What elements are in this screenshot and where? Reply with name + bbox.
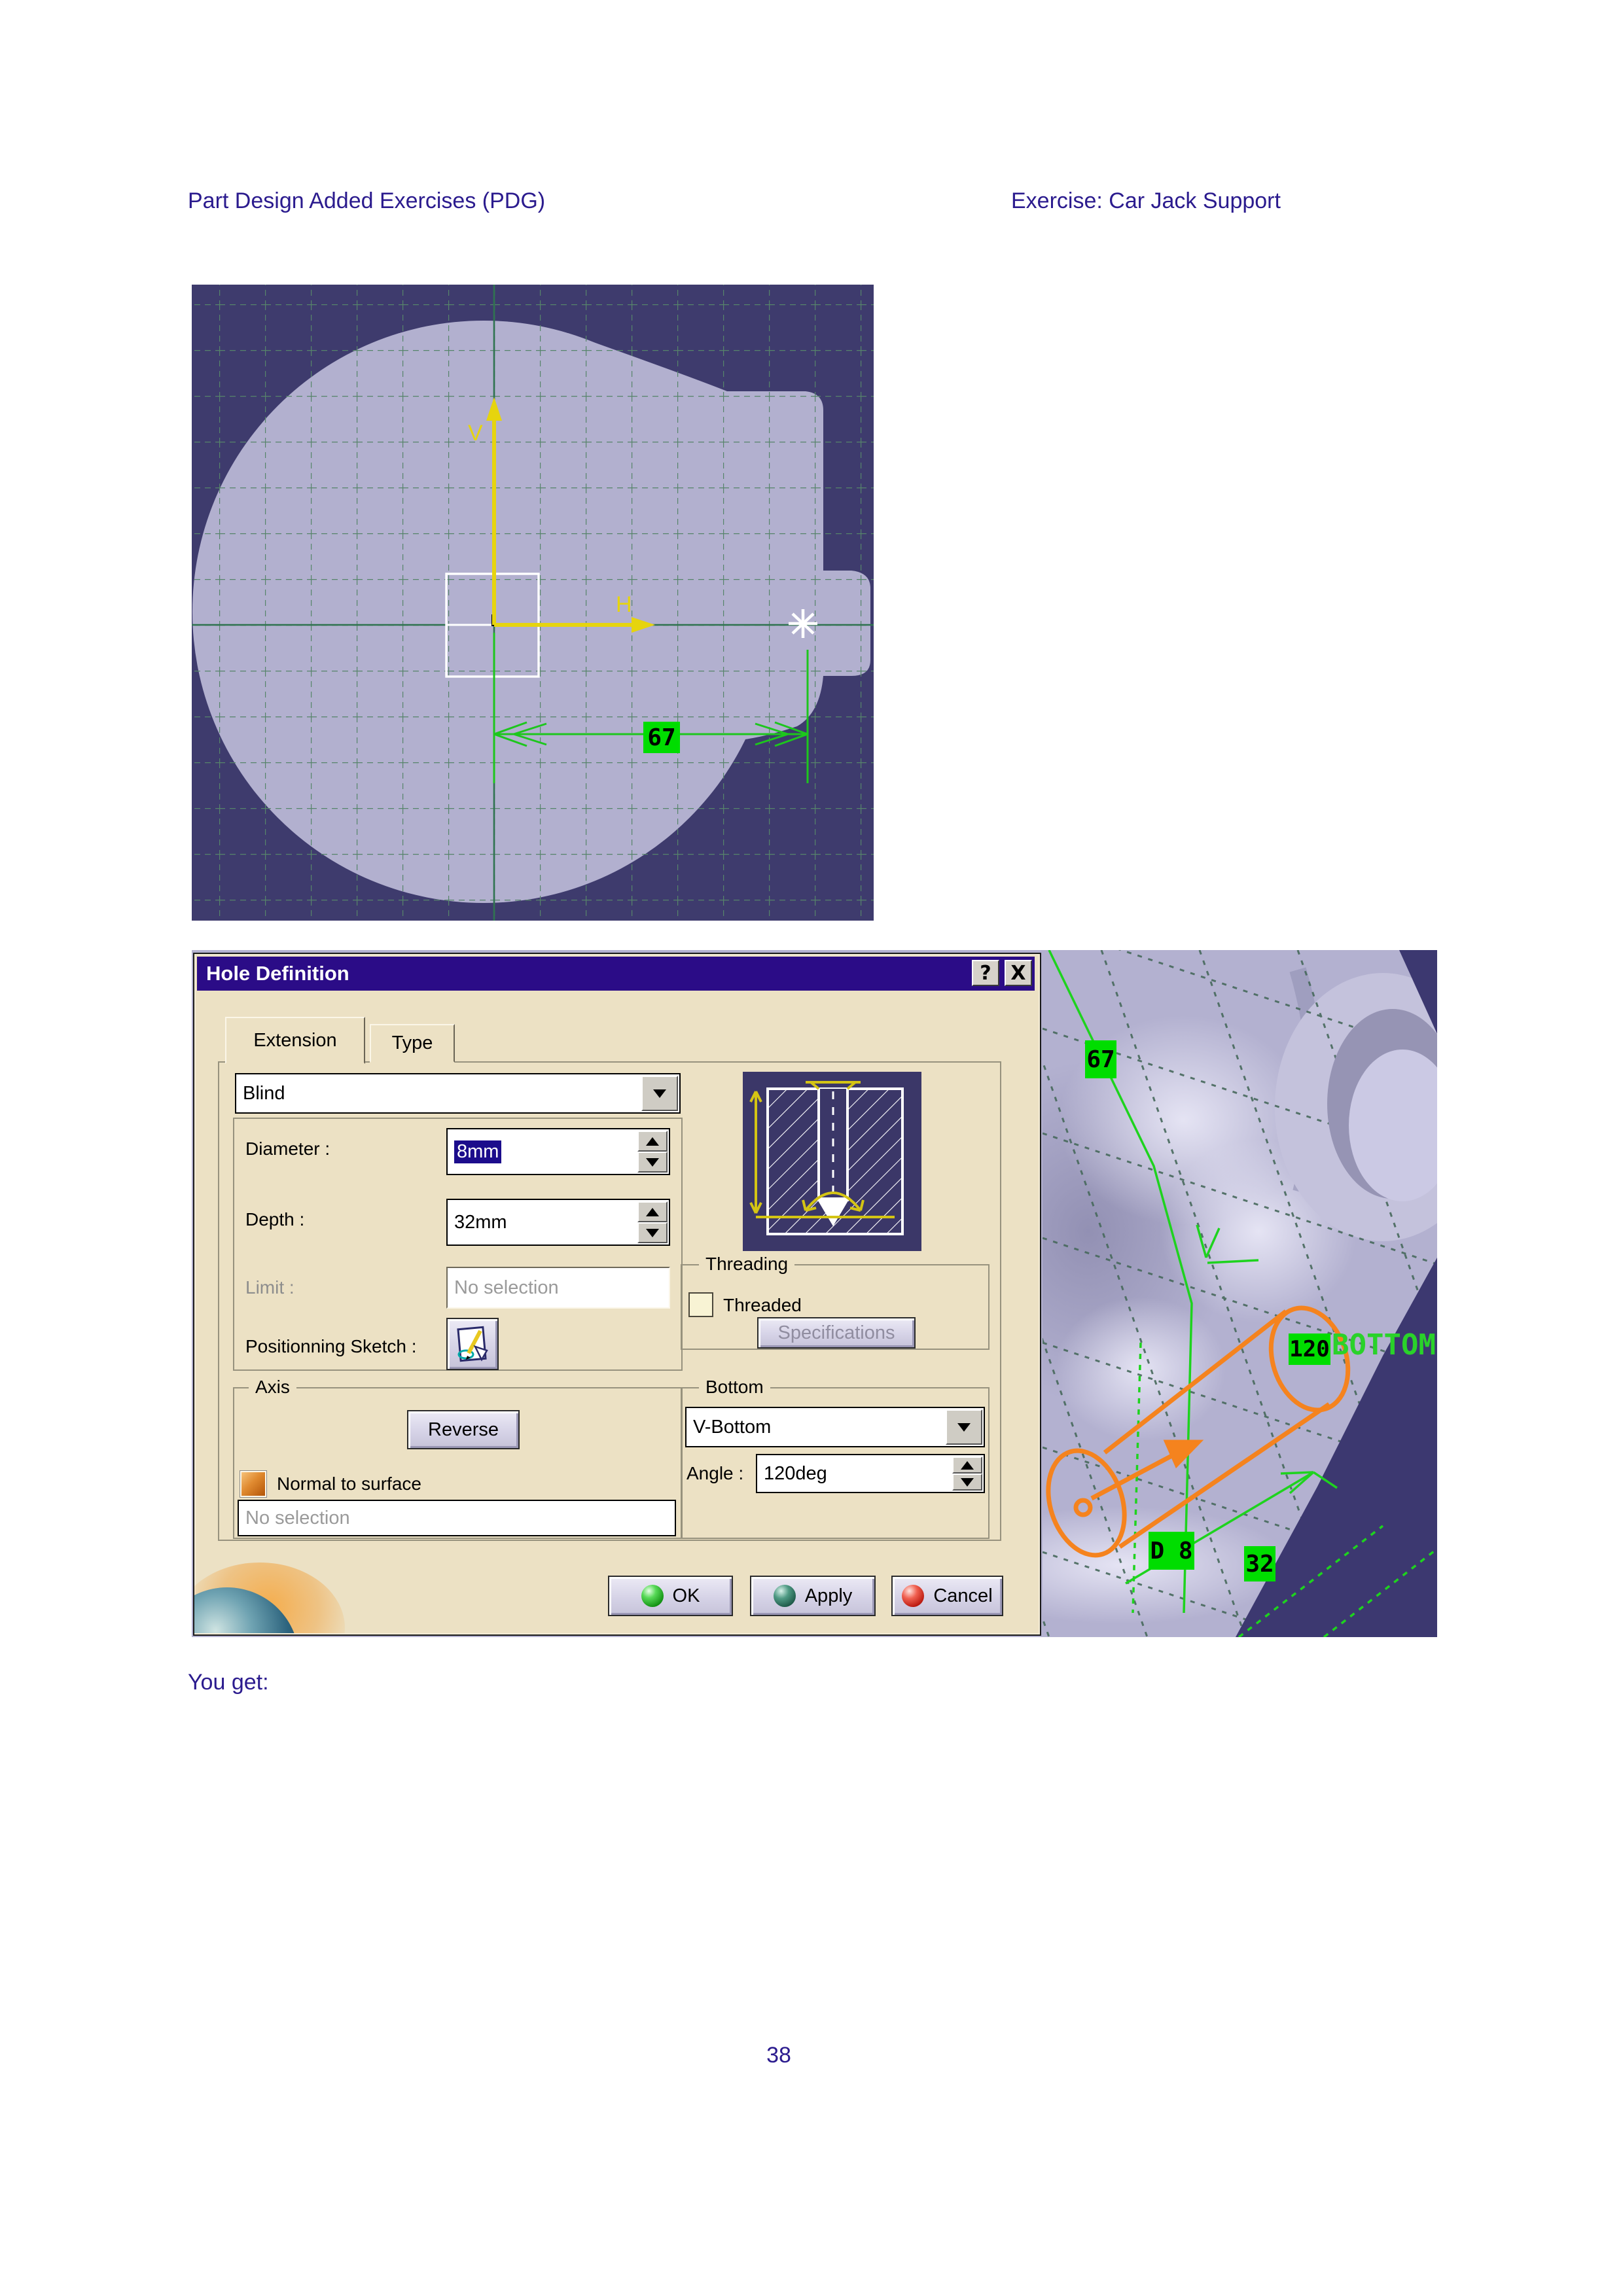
hole-preview-diagram bbox=[743, 1072, 921, 1251]
depth-value: 32mm bbox=[454, 1212, 507, 1233]
bottom-type-combo[interactable]: V-Bottom bbox=[685, 1407, 985, 1447]
apply-button[interactable]: Apply bbox=[750, 1576, 876, 1616]
cancel-sphere-icon bbox=[902, 1585, 924, 1607]
depth-input[interactable]: 32mm bbox=[446, 1199, 670, 1246]
tab-extension[interactable]: Extension bbox=[225, 1017, 365, 1064]
label-depth-32[interactable]: 32 bbox=[1244, 1546, 1275, 1581]
limit-label: Limit : bbox=[245, 1277, 294, 1298]
dialog-title: Hole Definition bbox=[206, 962, 349, 985]
stepper-up-icon[interactable] bbox=[952, 1457, 982, 1474]
diameter-label: Diameter : bbox=[245, 1139, 330, 1159]
tab-type-label: Type bbox=[392, 1033, 433, 1054]
depth-label: Depth : bbox=[245, 1209, 304, 1230]
axis-group-label: Axis bbox=[249, 1377, 296, 1398]
diameter-value: 8mm bbox=[454, 1140, 501, 1163]
header-right: Exercise: Car Jack Support bbox=[1011, 188, 1281, 214]
threaded-label: Threaded bbox=[723, 1295, 802, 1316]
positioning-sketch-button[interactable] bbox=[446, 1318, 499, 1370]
label-dim-67[interactable]: 67 bbox=[1085, 1040, 1116, 1078]
ok-sphere-icon bbox=[641, 1585, 664, 1607]
world-sphere-corner bbox=[194, 1563, 365, 1633]
stepper-up-icon[interactable] bbox=[637, 1201, 668, 1222]
label-diameter-d8[interactable]: D 8 bbox=[1149, 1532, 1194, 1570]
angle-stepper[interactable] bbox=[952, 1457, 982, 1491]
angle-input[interactable]: 120deg bbox=[756, 1454, 985, 1493]
reverse-label: Reverse bbox=[428, 1419, 499, 1441]
h-axis-label: H bbox=[616, 592, 632, 617]
dialog-titlebar[interactable]: Hole Definition bbox=[197, 957, 1035, 991]
axis-selection-input[interactable]: No selection bbox=[238, 1500, 676, 1536]
chevron-down-icon[interactable] bbox=[946, 1409, 982, 1445]
stepper-down-icon[interactable] bbox=[637, 1222, 668, 1243]
extension-type-value: Blind bbox=[243, 1083, 285, 1104]
dimension-67-label[interactable]: 67 bbox=[643, 722, 680, 753]
sketch-canvas: V H bbox=[192, 285, 874, 921]
document-page: Part Design Added Exercises (PDG) Exerci… bbox=[0, 0, 1623, 2296]
normal-to-surface-checkbox[interactable] bbox=[240, 1471, 266, 1497]
bottom-group-label: Bottom bbox=[699, 1377, 770, 1398]
page-number: 38 bbox=[746, 2043, 812, 2068]
label-bottom-text: BOTTOM bbox=[1332, 1328, 1436, 1362]
hole-preview-pane bbox=[743, 1072, 921, 1251]
apply-label: Apply bbox=[805, 1585, 853, 1607]
angle-label: Angle : bbox=[687, 1463, 743, 1484]
specifications-button: Specifications bbox=[757, 1317, 916, 1349]
diameter-stepper[interactable] bbox=[637, 1131, 668, 1173]
sketch-screenshot: V H 67 bbox=[192, 285, 874, 921]
hole-definition-screenshot: 67 BOTTOM 120 D 8 32 Hole Definition ? X… bbox=[192, 950, 1437, 1637]
close-icon[interactable]: X bbox=[1005, 960, 1032, 986]
hole-point-marker[interactable] bbox=[789, 609, 817, 638]
stepper-up-icon[interactable] bbox=[637, 1131, 668, 1152]
threaded-checkbox[interactable] bbox=[688, 1292, 713, 1317]
bottom-type-value: V-Bottom bbox=[693, 1417, 771, 1438]
axis-selection-value: No selection bbox=[245, 1508, 350, 1529]
limit-input: No selection bbox=[446, 1267, 670, 1309]
normal-to-surface-label: Normal to surface bbox=[277, 1474, 421, 1494]
v-axis-label: V bbox=[468, 421, 483, 446]
threading-group-label: Threading bbox=[699, 1254, 794, 1275]
extension-type-combo[interactable]: Blind bbox=[235, 1073, 681, 1114]
grid-overlay bbox=[192, 285, 874, 921]
help-icon[interactable]: ? bbox=[972, 960, 999, 986]
cancel-label: Cancel bbox=[933, 1585, 992, 1607]
ok-label: OK bbox=[673, 1585, 700, 1607]
diameter-input[interactable]: 8mm bbox=[446, 1128, 670, 1175]
angle-value: 120deg bbox=[764, 1463, 827, 1485]
limit-value: No selection bbox=[454, 1277, 559, 1299]
tab-extension-label: Extension bbox=[253, 1030, 336, 1051]
hole-definition-dialog: Hole Definition ? X Extension Type Blind… bbox=[193, 953, 1041, 1636]
header-left: Part Design Added Exercises (PDG) bbox=[188, 188, 545, 214]
sketch-pencil-icon bbox=[453, 1324, 492, 1364]
tab-type[interactable]: Type bbox=[370, 1024, 455, 1063]
chevron-down-icon[interactable] bbox=[641, 1076, 678, 1111]
stepper-down-icon[interactable] bbox=[637, 1152, 668, 1173]
depth-stepper[interactable] bbox=[637, 1201, 668, 1243]
ok-button[interactable]: OK bbox=[608, 1576, 733, 1616]
label-angle-120[interactable]: 120 bbox=[1289, 1333, 1330, 1365]
specifications-label: Specifications bbox=[778, 1322, 895, 1344]
stepper-down-icon[interactable] bbox=[952, 1474, 982, 1491]
positioning-sketch-label: Positionning Sketch : bbox=[245, 1336, 417, 1357]
reverse-button[interactable]: Reverse bbox=[407, 1410, 520, 1449]
you-get-text: You get: bbox=[188, 1670, 269, 1695]
apply-sphere-icon bbox=[774, 1585, 796, 1607]
cancel-button[interactable]: Cancel bbox=[891, 1576, 1003, 1616]
